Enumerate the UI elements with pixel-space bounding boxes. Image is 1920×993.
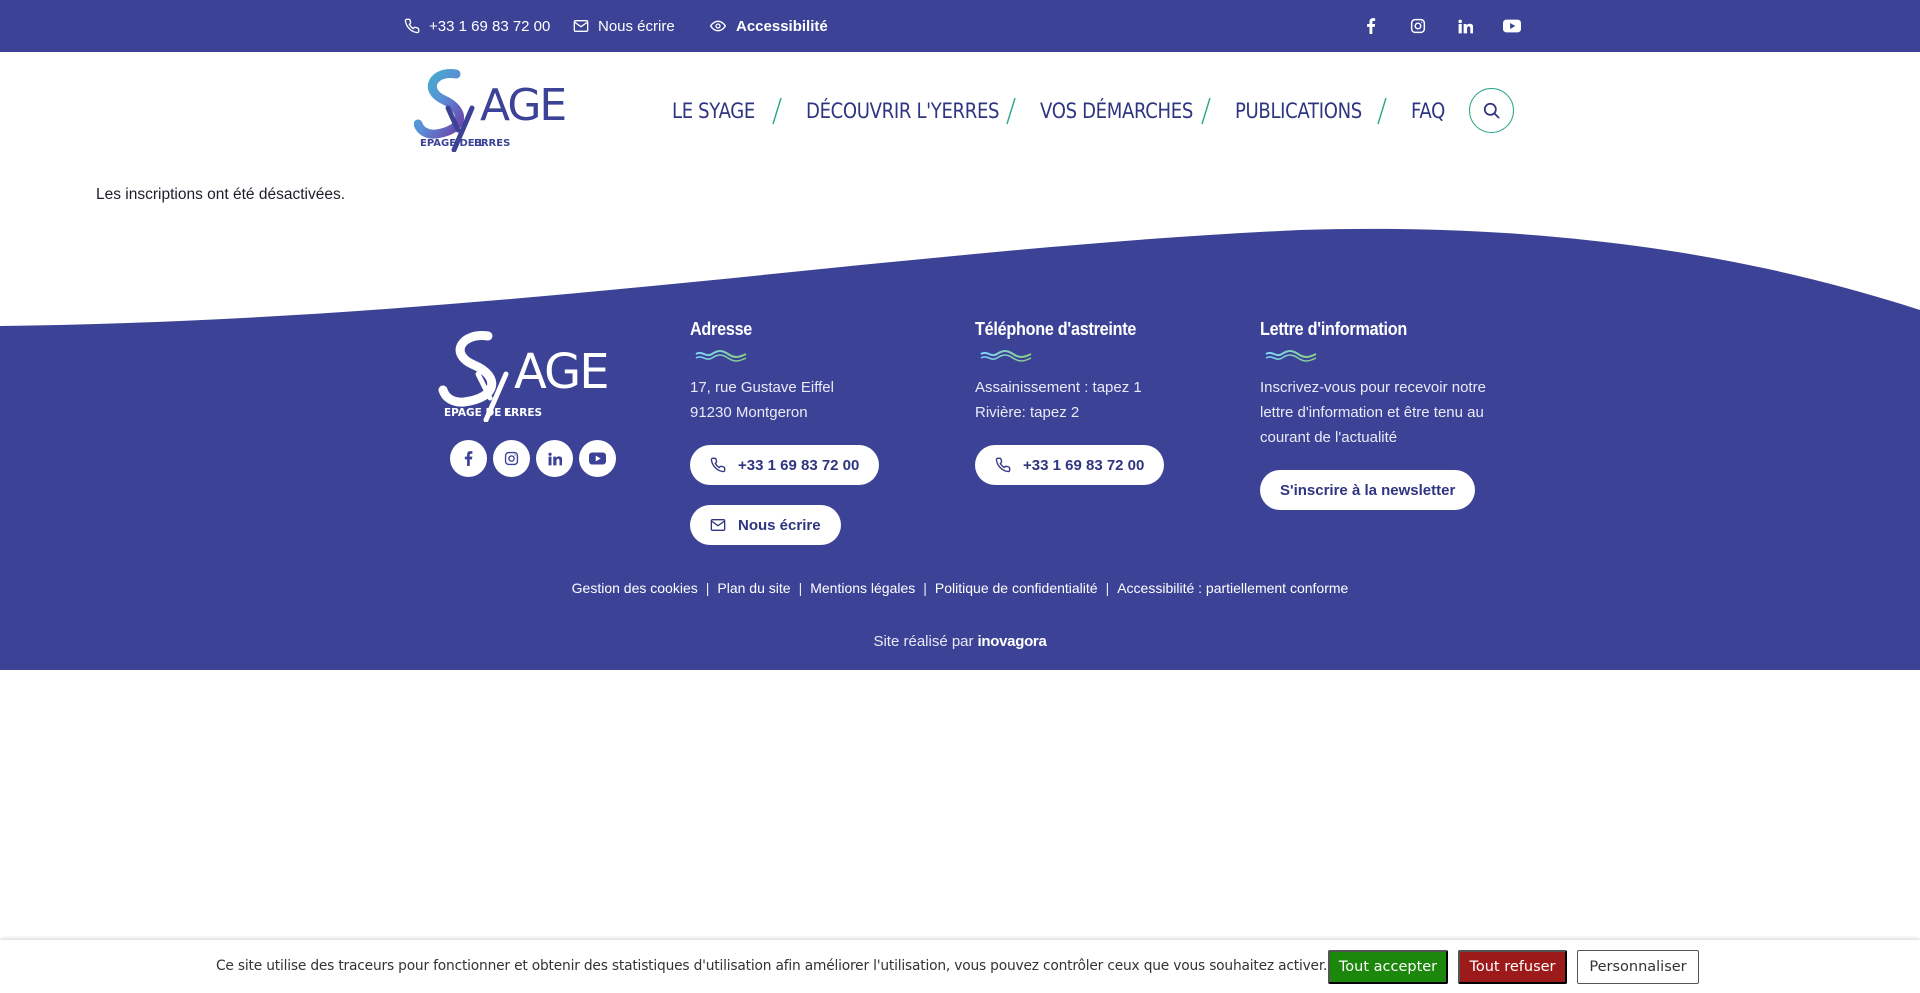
syage-logo-icon: AGE EPAGE DE L' ERRES bbox=[413, 69, 567, 153]
instagram-icon bbox=[1410, 18, 1426, 34]
legal-links: Gestion des cookies | Plan du site | Men… bbox=[0, 580, 1920, 596]
youtube-icon bbox=[1503, 19, 1521, 33]
address-title: Adresse bbox=[690, 319, 753, 339]
topbar-linkedin-link[interactable] bbox=[1450, 0, 1480, 52]
svg-text:AGE: AGE bbox=[480, 80, 565, 131]
nav-vos-demarches[interactable]: VOS DÉMARCHES bbox=[1040, 92, 1193, 130]
footer-write-button[interactable]: Nous écrire bbox=[690, 505, 841, 545]
footer-youtube-link[interactable] bbox=[579, 440, 616, 477]
credit-brand-link[interactable]: inovagora bbox=[978, 633, 1047, 650]
svg-text:AGE: AGE bbox=[514, 344, 608, 400]
newsletter-line-2: lettre d'information et être tenu au bbox=[1260, 404, 1484, 421]
eye-icon bbox=[709, 20, 727, 32]
topbar-facebook-link[interactable] bbox=[1356, 0, 1386, 52]
legal-separator: | bbox=[1105, 580, 1110, 596]
footer bbox=[0, 326, 1920, 670]
facebook-icon bbox=[464, 451, 473, 466]
footer-write-label: Nous écrire bbox=[738, 516, 821, 534]
youtube-icon bbox=[589, 452, 606, 465]
phone-icon bbox=[710, 457, 726, 473]
nav-decouvrir-yerres[interactable]: DÉCOUVRIR L'YERRES bbox=[806, 92, 999, 130]
nav-le-syage[interactable]: LE SYAGE bbox=[672, 92, 755, 130]
newsletter-line-1: Inscrivez-vous pour recevoir notre bbox=[1260, 379, 1486, 396]
nav-separator bbox=[1377, 97, 1387, 125]
footer-logo[interactable]: AGE EPAGE DE L' ERRES bbox=[438, 330, 628, 423]
linkedin-icon bbox=[1458, 19, 1473, 33]
site-logo[interactable]: AGE EPAGE DE L' ERRES bbox=[413, 68, 584, 153]
credit-prefix: Site réalisé par bbox=[873, 633, 974, 650]
facebook-icon bbox=[1367, 18, 1376, 34]
phone-icon bbox=[995, 457, 1011, 473]
top-bar: +33 1 69 83 72 00 Nous écrire Accessibil… bbox=[0, 0, 1920, 52]
status-message: Les inscriptions ont été désactivées. bbox=[96, 186, 345, 203]
footer-phone-button[interactable]: +33 1 69 83 72 00 bbox=[690, 445, 880, 485]
cookie-customize-button[interactable]: Personnaliser bbox=[1577, 950, 1699, 984]
legal-separator: | bbox=[923, 580, 927, 596]
footer-facebook-link[interactable] bbox=[450, 440, 487, 477]
squiggle-divider bbox=[695, 350, 747, 362]
emergency-phone-button[interactable]: +33 1 69 83 72 00 bbox=[975, 445, 1165, 485]
legal-link-sitemap[interactable]: Plan du site bbox=[717, 580, 790, 596]
footer-phone-label: +33 1 69 83 72 00 bbox=[738, 456, 860, 474]
cookie-banner: Ce site utilise des traceurs pour foncti… bbox=[0, 940, 1920, 993]
topbar-youtube-link[interactable] bbox=[1497, 0, 1527, 52]
newsletter-title: Lettre d'information bbox=[1260, 319, 1407, 339]
mail-icon bbox=[710, 519, 726, 531]
topbar-accessibility-label: Accessibilité bbox=[736, 17, 828, 35]
address-line-1: 17, rue Gustave Eiffel bbox=[690, 379, 834, 396]
nav-separator bbox=[1006, 97, 1016, 125]
footer-wave bbox=[0, 228, 1920, 328]
legal-link-mentions[interactable]: Mentions légales bbox=[810, 580, 915, 596]
mail-icon bbox=[573, 20, 589, 32]
cookie-text: Ce site utilise des traceurs pour foncti… bbox=[216, 958, 1328, 974]
search-button[interactable] bbox=[1469, 88, 1514, 133]
emergency-line-1: Assainissement : tapez 1 bbox=[975, 379, 1142, 396]
legal-link-privacy[interactable]: Politique de confidentialité bbox=[935, 580, 1098, 596]
footer-instagram-link[interactable] bbox=[493, 440, 530, 477]
legal-separator: | bbox=[798, 580, 803, 596]
topbar-accessibility-link[interactable]: Accessibilité bbox=[709, 0, 828, 52]
emergency-title: Téléphone d'astreinte bbox=[975, 319, 1137, 339]
site-credit: Site réalisé par inovagora bbox=[0, 633, 1920, 650]
legal-separator: | bbox=[705, 580, 710, 596]
topbar-phone-link[interactable]: +33 1 69 83 72 00 bbox=[404, 0, 550, 52]
emergency-line-2: Rivière: tapez 2 bbox=[975, 404, 1080, 421]
nav-faq[interactable]: FAQ bbox=[1411, 92, 1445, 130]
nav-publications[interactable]: PUBLICATIONS bbox=[1235, 92, 1362, 130]
syage-logo-white-icon: AGE EPAGE DE L' ERRES bbox=[438, 331, 610, 423]
nav-separator bbox=[772, 97, 782, 125]
newsletter-line-3: courant de l'actualité bbox=[1260, 429, 1398, 446]
address-line-2: 91230 Montgeron bbox=[690, 404, 808, 421]
topbar-instagram-link[interactable] bbox=[1403, 0, 1433, 52]
search-icon bbox=[1483, 102, 1500, 119]
nav-separator bbox=[1201, 97, 1211, 125]
topbar-phone-label: +33 1 69 83 72 00 bbox=[429, 17, 551, 35]
linkedin-icon bbox=[547, 452, 562, 465]
cookie-accept-button[interactable]: Tout accepter bbox=[1328, 950, 1448, 984]
phone-icon bbox=[404, 18, 420, 34]
footer-linkedin-link[interactable] bbox=[536, 440, 573, 477]
emergency-phone-label: +33 1 69 83 72 00 bbox=[1023, 456, 1145, 474]
cookie-deny-button[interactable]: Tout refuser bbox=[1458, 950, 1567, 984]
squiggle-divider bbox=[980, 350, 1032, 362]
newsletter-subscribe-button[interactable]: S'inscrire à la newsletter bbox=[1260, 470, 1476, 510]
squiggle-divider bbox=[1265, 350, 1317, 362]
topbar-write-label: Nous écrire bbox=[598, 17, 675, 35]
legal-link-cookies[interactable]: Gestion des cookies bbox=[572, 580, 698, 596]
legal-link-accessibility[interactable]: Accessibilité : partiellement conforme bbox=[1117, 580, 1348, 596]
svg-text:ERRES: ERRES bbox=[504, 407, 542, 419]
topbar-write-link[interactable]: Nous écrire bbox=[573, 0, 675, 52]
instagram-icon bbox=[504, 451, 519, 466]
svg-text:ERRES: ERRES bbox=[474, 138, 510, 149]
